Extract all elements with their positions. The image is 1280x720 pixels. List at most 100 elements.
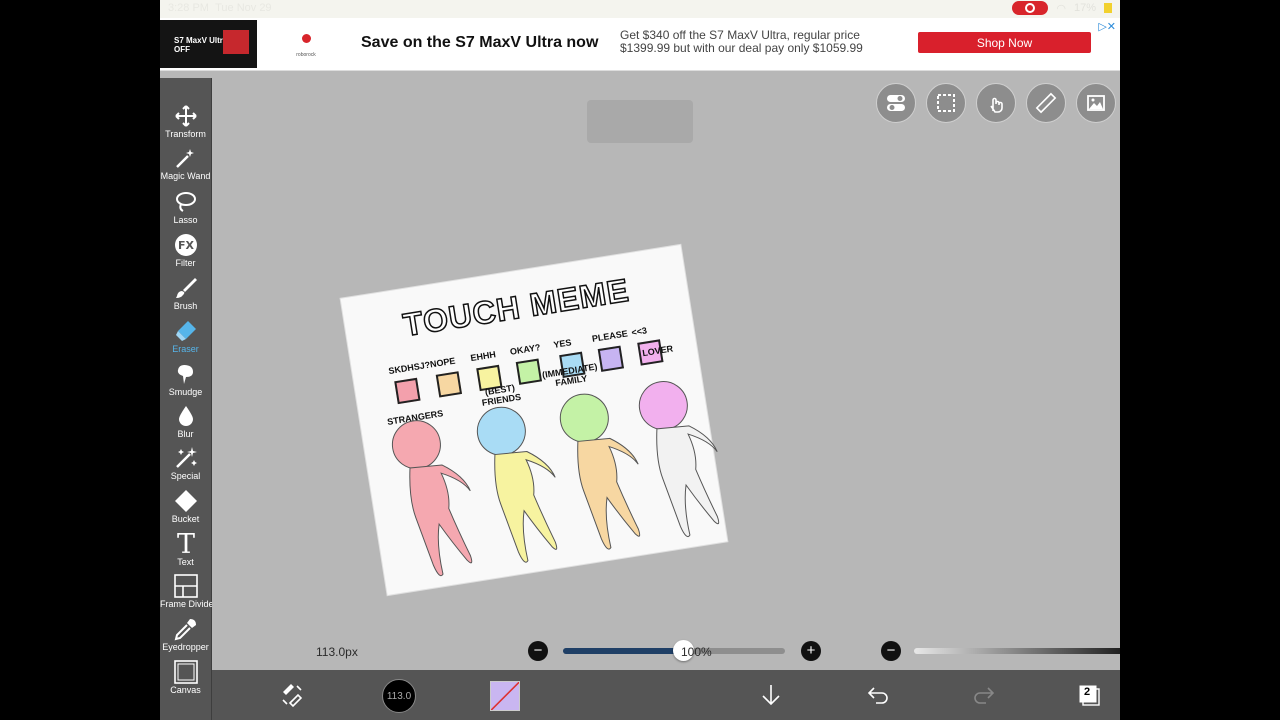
canvas-hud-overlay — [587, 100, 693, 143]
color-swatch-button[interactable] — [490, 681, 520, 711]
opacity-slider[interactable] — [914, 648, 1120, 654]
tool-label: Lasso — [173, 215, 198, 225]
toggle-switch-icon — [887, 95, 905, 111]
touch-level-label: SKDHSJ? — [387, 359, 431, 377]
tool-label: Brush — [173, 301, 198, 311]
ruler-icon — [1035, 92, 1057, 114]
tool-label: Smudge — [168, 387, 203, 397]
touch-level-label: <<3 — [630, 325, 648, 338]
tool-label: Transform — [165, 129, 206, 139]
touch-level-label: OKAY? — [509, 342, 542, 357]
artwork-title: TOUCH MEME — [400, 271, 632, 344]
down-arrow-icon — [762, 685, 780, 706]
shop-now-button[interactable]: Shop Now — [918, 32, 1091, 53]
tool-label: Eraser — [172, 344, 199, 354]
tool-label: Canvas — [170, 685, 201, 695]
bottom-toolbar: 113.0 2 — [212, 670, 1120, 720]
frame-divider-icon — [160, 572, 211, 598]
layers-button[interactable]: 2 — [1074, 680, 1104, 710]
undo-button[interactable] — [863, 680, 893, 710]
smudge-icon — [160, 360, 211, 386]
tool-canvas[interactable]: Canvas — [160, 658, 211, 695]
brush-size-preview-value: 113.0 — [386, 690, 412, 702]
ad-headline[interactable]: Save on the S7 MaxV Ultra now — [361, 34, 598, 52]
touch-level-label: YES — [552, 337, 573, 350]
tool-label: Blur — [177, 429, 194, 439]
magic-wand-icon — [160, 144, 211, 170]
tool-bucket[interactable]: Bucket — [160, 487, 211, 524]
tool-text[interactable]: T Text — [160, 530, 211, 567]
tool-blur[interactable]: Blur — [160, 402, 211, 439]
touch-level-label: EHHH — [469, 349, 497, 364]
tool-label: Eyedropper — [162, 642, 209, 652]
status-time: 3:28 PM — [168, 2, 209, 14]
tool-lasso[interactable]: Lasso — [160, 188, 211, 225]
undo-icon — [867, 687, 888, 704]
sparkle-pen-icon — [160, 444, 211, 470]
tool-label: Filter — [175, 258, 196, 268]
tool-label: Frame Divider — [160, 599, 217, 609]
download-button[interactable] — [756, 680, 786, 710]
eyedropper-icon — [160, 615, 211, 641]
brush-eraser-toggle-button[interactable] — [277, 680, 307, 710]
ruler-button[interactable] — [1026, 83, 1066, 123]
tool-label: Special — [170, 471, 201, 481]
tool-transform[interactable]: Transform — [160, 102, 211, 139]
brand-logo-icon — [301, 34, 311, 43]
touch-mode-button[interactable] — [976, 83, 1016, 123]
eraser-icon — [160, 317, 211, 343]
lasso-icon — [160, 188, 211, 214]
opacity-label: 100% — [681, 645, 712, 659]
brush-size-fill — [563, 648, 683, 654]
ad-thumbnail[interactable]: S7 MaxV Ultra $340 OFF — [160, 20, 257, 68]
canvas-area[interactable]: TOUCH MEME SKDHSJ? NOPE EHHH OKAY? YES PLEASE… — [212, 78, 1120, 670]
bucket-icon — [160, 487, 211, 513]
drop-icon — [160, 402, 211, 428]
material-button[interactable] — [1076, 83, 1116, 123]
status-date: Tue Nov 29 — [215, 2, 272, 14]
redo-button[interactable] — [969, 680, 999, 710]
wifi-icon: ◠ — [1056, 2, 1066, 15]
level-color-swatch — [394, 377, 421, 405]
touch-level-label: PLEASE — [591, 328, 629, 344]
text-icon: T — [160, 530, 211, 556]
svg-text:FX: FX — [178, 239, 195, 252]
tool-brush[interactable]: Brush — [160, 274, 211, 311]
brush-size-preview[interactable]: 113.0 — [382, 679, 416, 713]
layer-count: 2 — [1084, 686, 1091, 698]
dashed-selection-icon — [937, 94, 955, 112]
battery-percent: 17% — [1073, 2, 1096, 14]
relationship-group-label: (IMMEDIATE) FAMILY — [541, 361, 599, 389]
battery-icon — [1104, 3, 1112, 13]
artwork-canvas[interactable]: TOUCH MEME SKDHSJ? NOPE EHHH OKAY? YES PLEASE… — [340, 244, 728, 596]
brand-logo: roborock — [296, 34, 316, 58]
brush-size-minus-button[interactable]: − — [528, 641, 548, 661]
tool-magic-wand[interactable]: Magic Wand — [160, 144, 211, 181]
ad-banner[interactable]: S7 MaxV Ultra $340 OFF roborock Save on … — [160, 18, 1120, 71]
toggle-panel-button[interactable] — [876, 83, 916, 123]
brand-name: roborock — [296, 52, 316, 58]
swap-brush-eraser-icon — [282, 684, 303, 708]
redo-icon — [974, 687, 995, 704]
brush-size-plus-button[interactable]: + — [801, 641, 821, 661]
tool-smudge[interactable]: Smudge — [160, 360, 211, 397]
tool-frame-divider[interactable]: Frame Divider — [160, 572, 217, 609]
ad-choices-icon[interactable]: ▷✕ — [1098, 20, 1116, 33]
touch-level-label: NOPE — [429, 355, 457, 370]
canvas-icon — [160, 658, 211, 684]
level-color-swatch — [435, 371, 463, 398]
tool-filter[interactable]: FX Filter — [160, 231, 211, 268]
brush-icon — [160, 274, 211, 300]
opacity-minus-button[interactable]: − — [881, 641, 901, 661]
move-arrows-icon — [160, 102, 211, 128]
tool-eraser[interactable]: Eraser — [160, 317, 211, 354]
hand-pointer-icon — [990, 97, 1003, 113]
tool-eyedropper[interactable]: Eyedropper — [160, 615, 211, 652]
status-bar: 3:28 PM Tue Nov 29 ◠ 17% — [160, 0, 1120, 18]
brush-size-label: 113.0px — [316, 645, 358, 659]
screen-record-icon — [1012, 1, 1049, 15]
ad-description: Get $340 off the S7 MaxV Ultra, regular … — [620, 28, 863, 55]
app-screen: 3:28 PM Tue Nov 29 ◠ 17% S7 MaxV Ultra $… — [160, 0, 1120, 720]
selection-button[interactable] — [926, 83, 966, 123]
tool-special[interactable]: Special — [160, 444, 211, 481]
